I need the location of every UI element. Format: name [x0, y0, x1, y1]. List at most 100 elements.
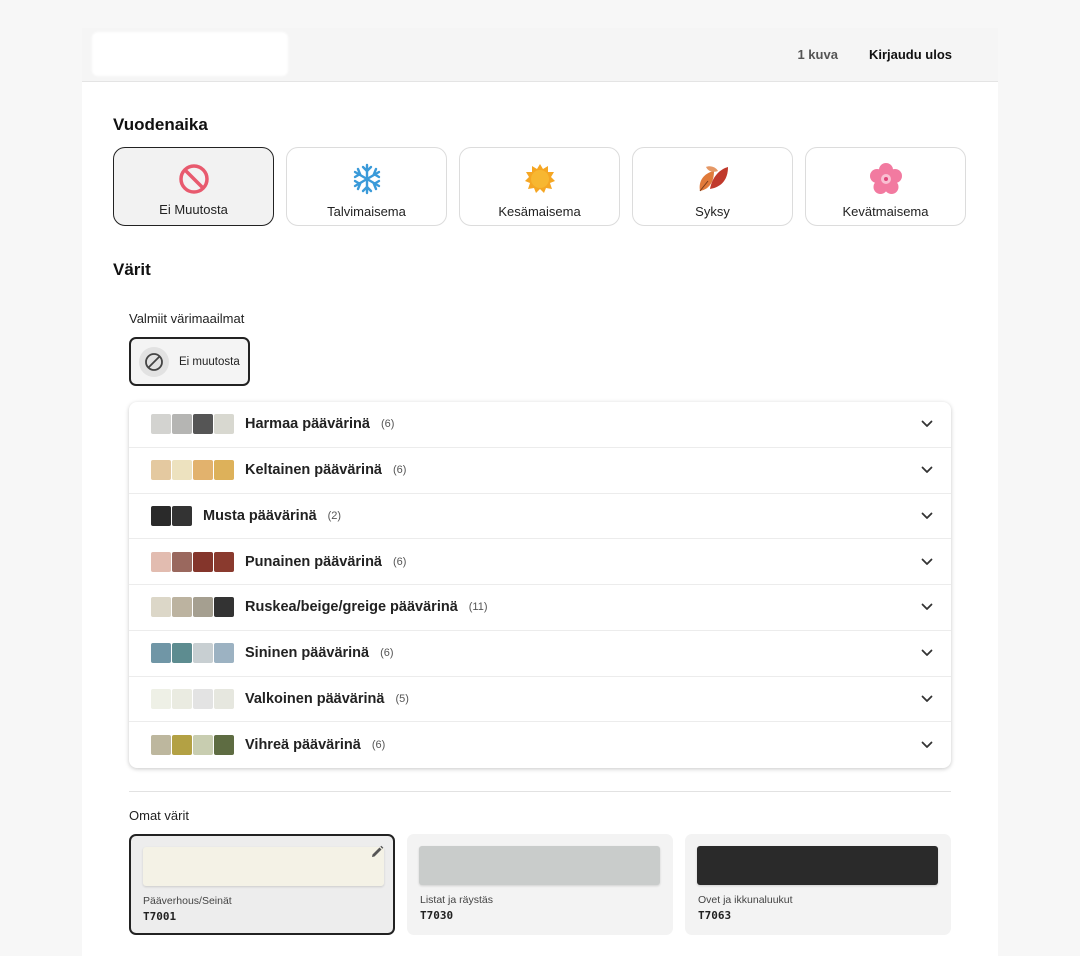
- colors-section-title: Värit: [113, 260, 151, 279]
- color-swatches: [151, 643, 234, 664]
- color-swatch: [151, 414, 171, 435]
- chevron-down-icon[interactable]: [921, 464, 933, 476]
- custom-color-card-trims[interactable]: Listat ja räystäs T7030: [407, 834, 673, 935]
- color-swatch: [214, 460, 234, 481]
- color-group-count: (6): [380, 647, 394, 660]
- chevron-down-icon[interactable]: [921, 647, 933, 659]
- color-group-row[interactable]: Harmaa päävärinä (6): [129, 402, 951, 448]
- top-links: 1 kuva Kirjaudu ulos: [797, 47, 952, 62]
- color-group-row[interactable]: Punainen päävärinä (6): [129, 539, 951, 585]
- color-group-count: (2): [327, 509, 342, 522]
- color-swatch: [193, 597, 213, 618]
- color-swatch: [214, 643, 234, 664]
- color-swatch: [193, 414, 213, 435]
- custom-color-code: T7030: [420, 909, 454, 922]
- color-swatch: [193, 460, 213, 481]
- color-group-row[interactable]: Vihreä päävärinä (6): [129, 722, 951, 768]
- snowflake-icon: [351, 162, 383, 196]
- color-group-row[interactable]: Sininen päävärinä (6): [129, 631, 951, 677]
- color-swatch: [151, 505, 171, 526]
- image-count-link[interactable]: 1 kuva: [797, 47, 837, 62]
- custom-color-name: Listat ja räystäs: [420, 894, 493, 906]
- color-swatch: [172, 414, 192, 435]
- color-group-name: Vihreä päävärinä: [245, 737, 361, 754]
- color-chip: [143, 847, 384, 886]
- color-swatch: [214, 597, 234, 618]
- edit-pencil-icon[interactable]: [370, 845, 384, 859]
- color-swatch: [151, 688, 171, 709]
- color-group-name: Harmaa päävärinä: [245, 416, 370, 433]
- season-option-no-change[interactable]: Ei Muutosta: [113, 147, 274, 226]
- season-section-title: Vuodenaika: [113, 115, 208, 134]
- color-swatch: [193, 735, 213, 756]
- color-group-count: (6): [380, 418, 395, 431]
- color-group-name: Musta päävärinä: [203, 507, 317, 524]
- custom-color-code: T7001: [143, 910, 177, 923]
- color-swatches: [151, 597, 234, 618]
- custom-color-card-walls[interactable]: Pääverhous/Seinät T7001: [129, 834, 395, 935]
- color-swatch: [151, 735, 171, 756]
- color-swatch: [172, 735, 192, 756]
- sun-icon: [524, 162, 556, 196]
- color-swatches: [151, 460, 234, 481]
- chevron-down-icon[interactable]: [921, 418, 933, 430]
- chevron-down-icon[interactable]: [921, 739, 933, 751]
- color-group-name: Sininen päävärinä: [245, 645, 370, 662]
- chevron-down-icon[interactable]: [921, 510, 933, 522]
- color-group-row[interactable]: Musta päävärinä (2): [129, 494, 951, 540]
- color-swatch: [193, 551, 213, 572]
- logout-link[interactable]: Kirjaudu ulos: [869, 47, 952, 62]
- color-group-name: Punainen päävärinä: [245, 553, 382, 570]
- color-swatch: [151, 460, 171, 481]
- custom-color-name: Ovet ja ikkunaluukut: [698, 894, 793, 906]
- color-group-row[interactable]: Keltainen päävärinä (6): [129, 448, 951, 494]
- season-option-label: Ei Muutosta: [159, 202, 228, 217]
- color-swatch: [214, 551, 234, 572]
- season-option-spring[interactable]: Kevätmaisema: [805, 147, 966, 226]
- season-option-label: Kesämaisema: [498, 204, 581, 219]
- color-swatch: [151, 551, 171, 572]
- season-option-label: Kevätmaisema: [842, 204, 929, 219]
- color-swatches: [151, 551, 234, 572]
- color-swatches: [151, 735, 234, 756]
- season-option-autumn[interactable]: Syksy: [632, 147, 793, 226]
- custom-colors: Pääverhous/Seinät T7001 Listat ja räystä…: [129, 834, 951, 935]
- color-group-count: (6): [393, 555, 407, 568]
- color-swatch: [172, 597, 192, 618]
- season-options: Ei Muutosta Talvimaisema Kesämaisema Syk…: [113, 147, 966, 226]
- color-group-row[interactable]: Valkoinen päävärinä (5): [129, 677, 951, 723]
- custom-color-name: Pääverhous/Seinät: [143, 895, 232, 907]
- color-group-count: (11): [468, 601, 488, 614]
- top-bar: 1 kuva Kirjaudu ulos: [82, 28, 998, 82]
- chevron-down-icon[interactable]: [921, 601, 933, 613]
- custom-colors-label: Omat värit: [129, 808, 189, 823]
- preset-no-change-button[interactable]: Ei muutosta: [129, 337, 250, 386]
- autumn-leaf-icon: [696, 162, 730, 196]
- blossom-icon: [869, 162, 902, 196]
- season-option-label: Talvimaisema: [327, 204, 406, 219]
- color-swatch: [193, 688, 213, 709]
- season-option-label: Syksy: [695, 204, 730, 219]
- preset-no-change-label: Ei muutosta: [179, 355, 240, 368]
- divider: [129, 791, 951, 792]
- color-swatch: [151, 597, 171, 618]
- custom-color-card-doors[interactable]: Ovet ja ikkunaluukut T7063: [685, 834, 951, 935]
- chevron-down-icon[interactable]: [921, 556, 933, 568]
- color-group-name: Ruskea/beige/greige päävärinä: [245, 599, 458, 616]
- color-swatches: [151, 414, 234, 435]
- color-swatches: [151, 688, 234, 709]
- no-change-icon: [139, 346, 169, 377]
- color-group-row[interactable]: Ruskea/beige/greige päävärinä (11): [129, 585, 951, 631]
- color-swatch: [214, 414, 234, 435]
- season-option-winter[interactable]: Talvimaisema: [286, 147, 447, 226]
- color-group-count: (5): [395, 692, 409, 705]
- color-group-name: Keltainen päävärinä: [245, 462, 382, 479]
- season-option-summer[interactable]: Kesämaisema: [459, 147, 620, 226]
- chevron-down-icon[interactable]: [921, 693, 933, 705]
- color-swatch: [214, 688, 234, 709]
- color-swatch: [172, 643, 192, 664]
- color-chip: [419, 846, 660, 885]
- color-swatch: [172, 460, 192, 481]
- color-chip: [697, 846, 938, 885]
- color-group-count: (6): [393, 464, 407, 477]
